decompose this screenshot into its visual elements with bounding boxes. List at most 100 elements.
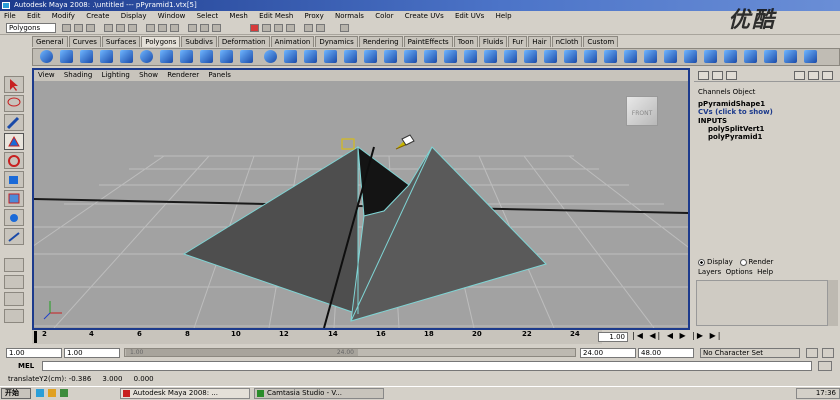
layer-scrollbar[interactable] xyxy=(828,280,838,326)
separate-icon[interactable] xyxy=(284,50,297,63)
single-perspective-layout-icon[interactable] xyxy=(4,258,24,272)
menu-select[interactable]: Select xyxy=(197,12,219,20)
quick-launch-icon[interactable] xyxy=(36,389,44,397)
panel-options-icon[interactable] xyxy=(822,71,833,80)
shelf-tab-surfaces[interactable]: Surfaces xyxy=(101,36,141,47)
collapse-icon[interactable] xyxy=(664,50,677,63)
shelf-tab-hair[interactable]: Hair xyxy=(528,36,551,47)
component-vertex-icon[interactable] xyxy=(262,24,271,32)
quick-launch-icon[interactable] xyxy=(60,389,68,397)
snap-point-icon[interactable] xyxy=(170,24,179,32)
new-scene-icon[interactable] xyxy=(62,24,71,32)
spherical-mapping-icon[interactable] xyxy=(724,50,737,63)
options-menu[interactable]: Options xyxy=(726,268,753,276)
boolean-union-icon[interactable] xyxy=(344,50,357,63)
vp-menu-view[interactable]: View xyxy=(38,71,55,79)
current-time-marker[interactable] xyxy=(34,331,37,343)
poly-sphere-icon[interactable] xyxy=(40,50,53,63)
selected-vertex-marker[interactable] xyxy=(341,138,355,150)
view-cube[interactable]: FRONT xyxy=(626,96,658,126)
menu-normals[interactable]: Normals xyxy=(335,12,364,20)
animation-start-field[interactable]: 1.00 xyxy=(6,348,62,358)
rotate-tool-icon[interactable] xyxy=(4,152,24,169)
append-polygon-icon[interactable] xyxy=(524,50,537,63)
lasso-tool-icon[interactable] xyxy=(4,95,24,112)
menu-modify[interactable]: Modify xyxy=(52,12,75,20)
step-forward-icon[interactable]: |▶ xyxy=(692,331,705,340)
paint-select-tool-icon[interactable] xyxy=(4,114,24,131)
snap-grid-icon[interactable] xyxy=(146,24,155,32)
shelf-tab-fur[interactable]: Fur xyxy=(508,36,528,47)
shelf-tab-rendering[interactable]: Rendering xyxy=(358,36,403,47)
component-edge-icon[interactable] xyxy=(274,24,283,32)
go-to-start-icon[interactable]: |◀ xyxy=(632,331,645,340)
vp-menu-shading[interactable]: Shading xyxy=(64,71,92,79)
vp-menu-lighting[interactable]: Lighting xyxy=(102,71,130,79)
fill-hole-icon[interactable] xyxy=(424,50,437,63)
input-line-icon[interactable] xyxy=(340,24,349,32)
four-view-layout-icon[interactable] xyxy=(4,275,24,289)
poly-prism-icon[interactable] xyxy=(160,50,173,63)
component-face-icon[interactable] xyxy=(286,24,295,32)
boolean-difference-icon[interactable] xyxy=(364,50,377,63)
render-icon[interactable] xyxy=(188,24,197,32)
shelf-tab-subdivs[interactable]: Subdivs xyxy=(181,36,217,47)
playback-start-field[interactable]: 1.00 xyxy=(64,348,120,358)
insert-edge-loop-icon[interactable] xyxy=(564,50,577,63)
shelf-tab-curves[interactable]: Curves xyxy=(68,36,101,47)
show-manipulator-icon[interactable] xyxy=(4,228,24,245)
object-name[interactable]: pPyramidShape1 xyxy=(698,100,836,108)
shelf-tab-toon[interactable]: Toon xyxy=(453,36,478,47)
ipr-render-icon[interactable] xyxy=(200,24,209,32)
menu-window[interactable]: Window xyxy=(158,12,186,20)
attribute-editor-toggle-icon[interactable] xyxy=(712,71,723,80)
bevel-icon[interactable] xyxy=(604,50,617,63)
select-tool-icon[interactable] xyxy=(4,76,24,93)
shelf-tab-polygons[interactable]: Polygons xyxy=(141,36,181,47)
planar-mapping-icon[interactable] xyxy=(684,50,697,63)
select-by-object-icon[interactable] xyxy=(116,24,125,32)
input-node[interactable]: polyPyramid1 xyxy=(698,133,836,141)
merge-to-center-icon[interactable] xyxy=(644,50,657,63)
layers-menu[interactable]: Layers xyxy=(698,268,721,276)
step-back-icon[interactable]: ◀| xyxy=(649,331,662,340)
layer-list[interactable] xyxy=(696,280,828,326)
character-set-dropdown[interactable]: No Character Set xyxy=(700,348,800,358)
shelf-tab-general[interactable]: General xyxy=(32,36,68,47)
soft-modification-icon[interactable] xyxy=(4,209,24,226)
range-slider-thumb[interactable]: 1.00 24.00 xyxy=(126,349,358,356)
vp-menu-panels[interactable]: Panels xyxy=(208,71,231,79)
smooth-icon[interactable] xyxy=(324,50,337,63)
animation-preferences-icon[interactable] xyxy=(822,348,834,358)
mel-input[interactable] xyxy=(42,361,812,371)
sculpt-geometry-icon[interactable] xyxy=(464,50,477,63)
script-editor-icon[interactable] xyxy=(818,361,832,371)
cylindrical-mapping-icon[interactable] xyxy=(704,50,717,63)
layer-visibility-icon[interactable] xyxy=(794,71,805,80)
shelf-tab-dynamics[interactable]: Dynamics xyxy=(315,36,358,47)
channel-box-toggle-icon[interactable] xyxy=(698,71,709,80)
extrude-icon[interactable] xyxy=(484,50,497,63)
bridge-icon[interactable] xyxy=(504,50,517,63)
universal-manipulator-icon[interactable] xyxy=(4,190,24,207)
go-to-end-icon[interactable]: ▶| xyxy=(710,331,723,340)
auto-key-icon[interactable] xyxy=(806,348,818,358)
shelf-tab-animation[interactable]: Animation xyxy=(270,36,315,47)
poly-plane-icon[interactable] xyxy=(120,50,133,63)
vp-menu-show[interactable]: Show xyxy=(139,71,158,79)
start-button[interactable]: 开始 xyxy=(1,388,31,399)
input-node[interactable]: polySplitVert1 xyxy=(698,125,836,133)
poly-pyramid-icon[interactable] xyxy=(180,50,193,63)
render-settings-icon[interactable] xyxy=(212,24,221,32)
tab-object[interactable]: Object xyxy=(733,88,756,96)
taskbar-item-maya[interactable]: Autodesk Maya 2008: ... xyxy=(120,388,250,399)
history-icon[interactable] xyxy=(304,24,313,32)
playback-end-field[interactable]: 24.00 xyxy=(580,348,636,358)
poly-cube-icon[interactable] xyxy=(60,50,73,63)
shelf-tab-painteffects[interactable]: PaintEffects xyxy=(403,36,453,47)
menu-mesh[interactable]: Mesh xyxy=(229,12,247,20)
vp-menu-renderer[interactable]: Renderer xyxy=(167,71,199,79)
time-slider[interactable]: 2 4 6 8 10 12 14 16 18 20 22 24 xyxy=(32,330,602,344)
animation-end-field[interactable]: 48.00 xyxy=(638,348,694,358)
poly-helix-icon[interactable] xyxy=(220,50,233,63)
